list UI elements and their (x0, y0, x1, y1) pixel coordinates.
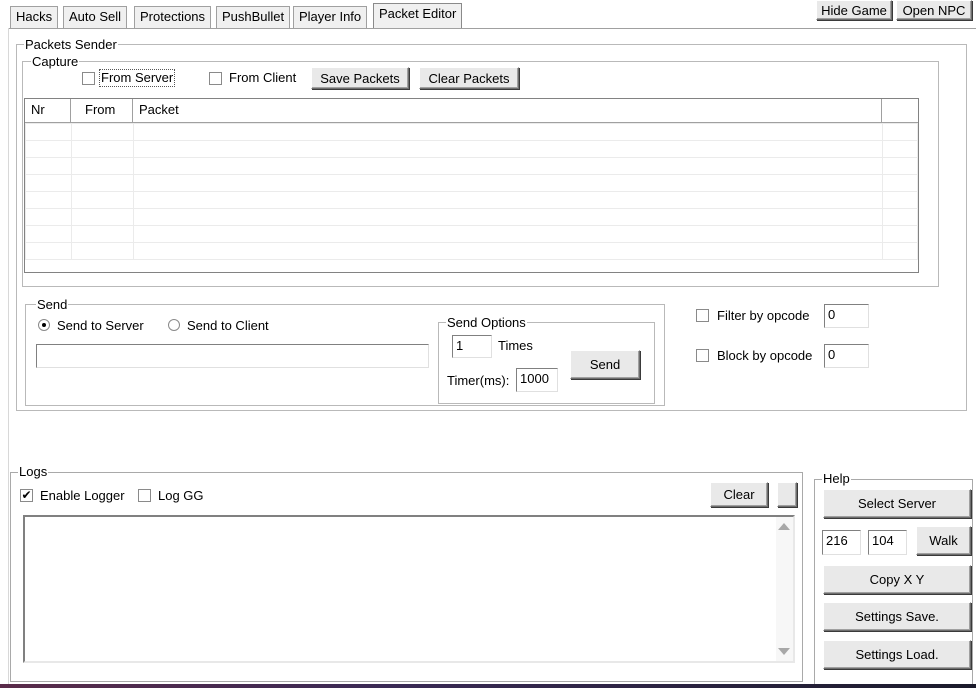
log-scrollbar[interactable] (776, 517, 793, 661)
desktop-background-strip (0, 684, 976, 688)
clear-packets-button[interactable]: Clear Packets (419, 67, 519, 89)
open-npc-button[interactable]: Open NPC (896, 0, 972, 20)
block-opcode-input[interactable]: 0 (824, 344, 869, 368)
hide-game-button[interactable]: Hide Game (816, 0, 892, 20)
tab-panel-left-border (8, 28, 9, 688)
send-to-client-label[interactable]: Send to Client (187, 318, 269, 334)
column-header-from[interactable]: From (71, 99, 133, 123)
settings-load-button[interactable]: Settings Load. (823, 640, 971, 669)
log-gg-label[interactable]: Log GG (158, 488, 204, 504)
column-header-packet[interactable]: Packet (133, 99, 882, 123)
timer-label: Timer(ms): (447, 373, 510, 388)
from-server-checkbox[interactable] (82, 72, 95, 85)
logs-title: Logs (18, 464, 49, 479)
tab-auto-sell[interactable]: Auto Sell (63, 6, 128, 28)
packets-sender-title: Packets Sender (24, 37, 118, 52)
clear-log-button[interactable]: Clear (710, 482, 768, 507)
select-server-button[interactable]: Select Server (823, 489, 971, 518)
tab-player-info[interactable]: Player Info (293, 6, 368, 28)
column-header-filler (882, 99, 918, 123)
log-gg-checkbox[interactable] (138, 489, 151, 502)
settings-save-button[interactable]: Settings Save. (823, 602, 971, 631)
block-by-opcode-label[interactable]: Block by opcode (717, 348, 812, 364)
send-to-client-radio[interactable] (168, 319, 180, 331)
tab-strip-divider (8, 28, 976, 29)
column-header-nr[interactable]: Nr (25, 99, 71, 123)
coord-y-input[interactable]: 104 (868, 530, 907, 555)
tab-packet-editor[interactable]: Packet Editor (373, 3, 463, 28)
scroll-down-icon[interactable] (778, 648, 790, 655)
times-label: Times (498, 338, 533, 353)
log-output-textarea[interactable] (23, 515, 795, 663)
from-client-label[interactable]: From Client (229, 70, 296, 86)
scroll-up-icon[interactable] (778, 523, 790, 530)
from-client-checkbox[interactable] (209, 72, 222, 85)
check-icon: ✔ (21, 488, 32, 502)
timer-input[interactable]: 1000 (516, 368, 558, 392)
enable-logger-label[interactable]: Enable Logger (40, 488, 125, 504)
copy-xy-button[interactable]: Copy X Y (823, 565, 971, 594)
packet-rows-grid (25, 123, 918, 260)
send-to-server-label[interactable]: Send to Server (57, 318, 144, 334)
walk-button[interactable]: Walk (916, 526, 971, 555)
enable-logger-checkbox[interactable]: ✔ (20, 489, 33, 502)
packet-data-input[interactable] (36, 344, 429, 368)
filter-by-opcode-checkbox[interactable] (696, 309, 709, 322)
logs-extra-button[interactable] (777, 482, 797, 507)
times-input[interactable]: 1 (452, 335, 492, 358)
save-packets-button[interactable]: Save Packets (311, 67, 409, 89)
tab-hacks[interactable]: Hacks (10, 6, 59, 28)
send-options-title: Send Options (446, 315, 527, 330)
coord-x-input[interactable]: 216 (822, 530, 861, 555)
packet-list[interactable]: Nr From Packet (24, 98, 919, 273)
filter-by-opcode-label[interactable]: Filter by opcode (717, 308, 810, 324)
from-server-label[interactable]: From Server (98, 69, 176, 87)
send-title: Send (36, 297, 69, 312)
block-by-opcode-checkbox[interactable] (696, 349, 709, 362)
tab-pushbullet[interactable]: PushBullet (216, 6, 291, 28)
send-button[interactable]: Send (570, 350, 640, 379)
send-to-server-radio[interactable] (38, 319, 50, 331)
help-title: Help (822, 471, 851, 486)
tab-protections[interactable]: Protections (134, 6, 212, 28)
filter-opcode-input[interactable]: 0 (824, 304, 869, 328)
capture-title: Capture (31, 54, 80, 69)
